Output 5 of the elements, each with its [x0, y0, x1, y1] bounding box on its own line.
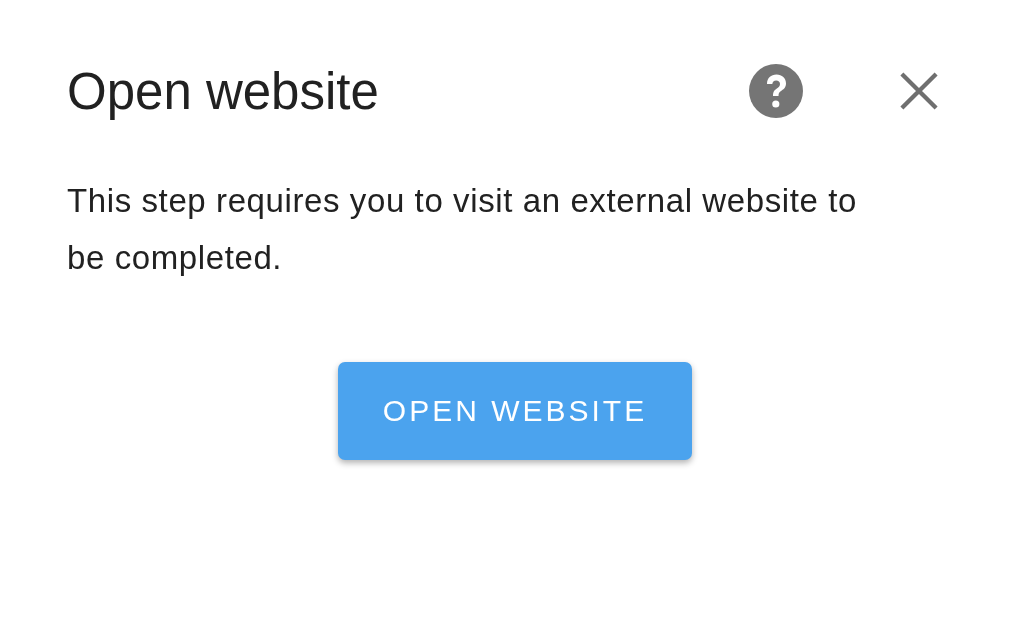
open-website-button[interactable]: OPEN WEBSITE — [338, 362, 692, 460]
close-icon[interactable] — [900, 72, 938, 110]
dialog-title: Open website — [67, 61, 379, 121]
dialog-message: This step requires you to visit an external website to be completed. — [67, 181, 858, 278]
help-icon[interactable] — [748, 63, 804, 119]
